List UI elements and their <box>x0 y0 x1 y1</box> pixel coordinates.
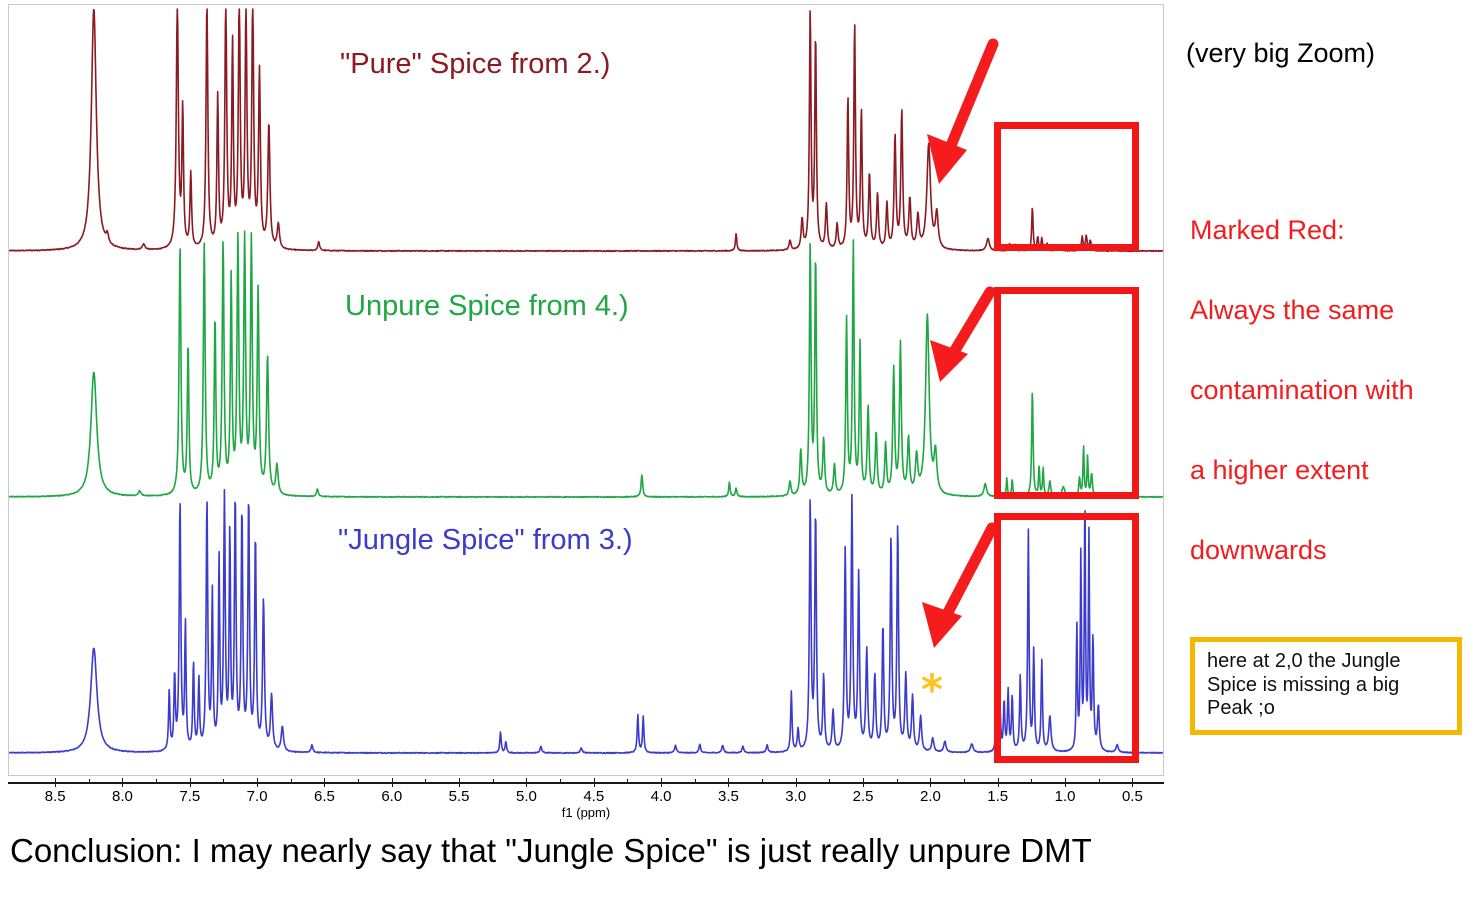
x-tick-label: 3.5 <box>717 788 739 805</box>
arrow-jungle <box>922 522 998 648</box>
x-tick-label: 7.0 <box>246 788 268 805</box>
x-tick-label: 2.5 <box>852 788 874 805</box>
zoom-note: (very big Zoom) <box>1186 38 1376 68</box>
trace-label-jungle: "Jungle Spice" from 3.) <box>338 524 633 556</box>
x-tick <box>189 778 191 787</box>
x-axis-title: f1 (ppm) <box>561 805 611 820</box>
x-tick-minor <box>896 779 898 784</box>
x-tick-label: 1.5 <box>987 788 1009 805</box>
x-tick-label: 5.0 <box>515 788 537 805</box>
nmr-figure: "Pure" Spice from 2.) Unpure Spice from … <box>0 0 1482 903</box>
x-tick-label: 6.5 <box>314 788 335 805</box>
arrow-pure <box>927 38 999 184</box>
x-tick <box>391 778 393 787</box>
x-axis-line <box>8 782 1164 784</box>
x-tick <box>863 778 865 787</box>
red-box-unpure <box>994 287 1139 499</box>
callout-line-2: Spice is missing a big <box>1207 673 1400 696</box>
x-tick-label: 8.5 <box>44 788 66 805</box>
x-tick-label: 7.5 <box>179 788 201 805</box>
red-box-jungle <box>994 513 1139 763</box>
x-tick-minor <box>425 779 427 784</box>
x-tick <box>997 778 999 787</box>
x-tick <box>1132 778 1134 787</box>
callout-line-1: here at 2,0 the Jungle <box>1207 650 1401 672</box>
x-tick <box>795 778 797 787</box>
x-tick <box>122 778 124 787</box>
x-tick <box>526 778 528 787</box>
x-tick-label: 8.0 <box>112 788 133 805</box>
x-tick-minor <box>762 779 764 784</box>
callout-line-3: Peak ;o <box>1207 697 1275 720</box>
x-tick <box>728 778 730 787</box>
x-tick-minor <box>560 779 562 784</box>
x-tick-minor <box>88 779 90 784</box>
x-tick-minor <box>358 779 360 784</box>
x-tick-minor <box>290 779 292 784</box>
x-tick <box>930 778 932 787</box>
x-tick-label: 4.5 <box>583 788 605 805</box>
x-tick-label: 5.5 <box>448 788 470 805</box>
x-tick-minor <box>156 779 158 784</box>
x-tick-label: 0.5 <box>1121 788 1143 805</box>
x-tick-label: 4.0 <box>650 788 672 805</box>
x-tick <box>459 778 461 787</box>
red-note-line-3: contamination with <box>1190 375 1414 405</box>
x-tick <box>593 778 595 787</box>
trace-label-pure: "Pure" Spice from 2.) <box>340 48 611 80</box>
x-tick-label: 6.0 <box>381 788 403 805</box>
x-tick <box>661 778 663 787</box>
missing-peak-asterisk: * <box>921 665 943 714</box>
x-tick-minor <box>829 779 831 784</box>
x-tick <box>324 778 326 787</box>
conclusion-text: Conclusion: I may nearly say that "Jungl… <box>10 832 1092 869</box>
missing-peak-callout: here at 2,0 the Jungle Spice is missing … <box>1190 637 1462 735</box>
x-tick-minor <box>1098 779 1100 784</box>
x-tick-minor <box>627 779 629 784</box>
x-tick-minor <box>223 779 225 784</box>
x-tick <box>1065 778 1067 787</box>
x-tick-label: 3.0 <box>785 788 807 805</box>
red-note-line-2: Always the same <box>1190 295 1395 325</box>
x-tick-minor <box>964 779 966 784</box>
red-note-line-5: downwards <box>1190 535 1327 565</box>
x-tick <box>55 778 57 787</box>
x-axis: 8.5 8.0 7.5 7.0 6.5 6.0 5.5 5.0 4.5 4.0 3.5 3.0 2.5 2… <box>8 776 1164 822</box>
x-tick-label: 2.0 <box>919 788 941 805</box>
x-tick <box>257 778 259 787</box>
x-tick-minor <box>492 779 494 784</box>
red-note-line-1: Marked Red: <box>1190 215 1345 245</box>
x-tick-label: 1.0 <box>1054 788 1076 805</box>
red-note-line-4: a higher extent <box>1190 455 1369 485</box>
red-box-pure <box>994 122 1139 251</box>
trace-label-unpure: Unpure Spice from 4.) <box>345 290 629 322</box>
arrow-unpure <box>930 286 996 382</box>
x-tick-minor <box>694 779 696 784</box>
x-tick-minor <box>1031 779 1033 784</box>
